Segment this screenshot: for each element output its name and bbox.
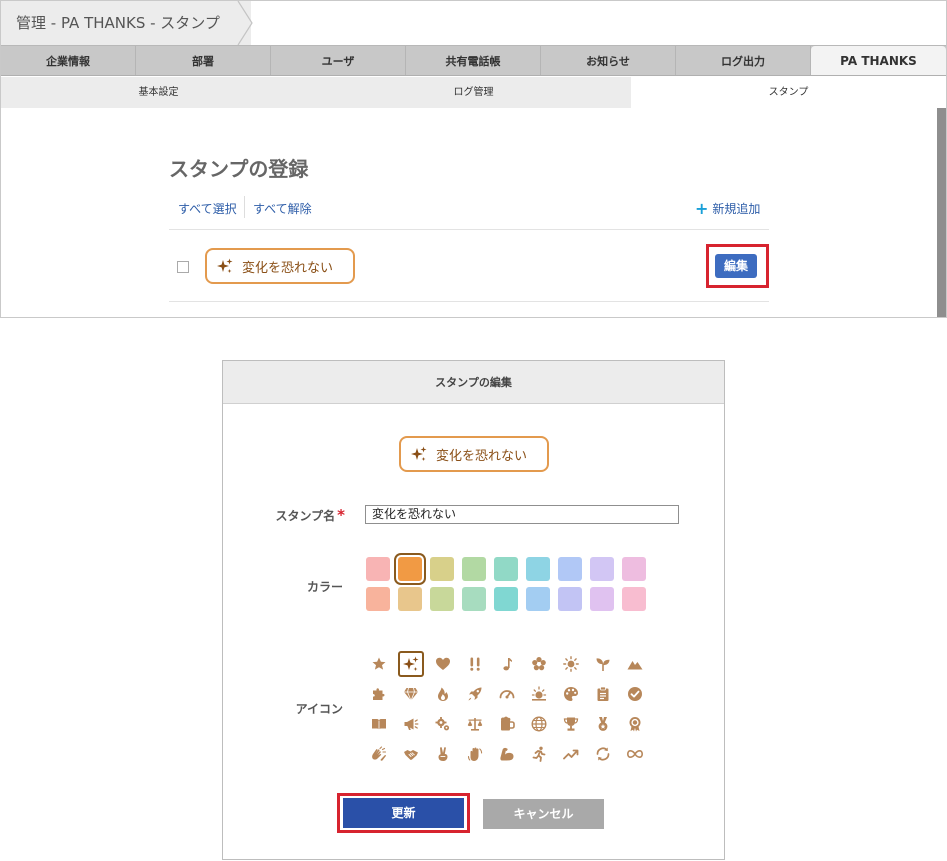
scrollbar[interactable] (937, 108, 946, 317)
waving-hand-icon[interactable] (462, 741, 488, 767)
infinity-icon[interactable] (622, 741, 648, 767)
breadcrumb-text: 管理 - PA THANKS - スタンプ (16, 14, 220, 32)
star-icon[interactable] (366, 651, 392, 677)
check-circle-icon[interactable] (622, 681, 648, 707)
stamp-preview-label: 変化を恐れない (436, 448, 528, 464)
subtab-stamps[interactable]: スタンプ (631, 77, 946, 108)
gauge-icon[interactable] (494, 681, 520, 707)
color-swatch[interactable] (590, 587, 614, 611)
edit-stamp-dialog: スタンプの編集 変化を恐れない スタンプ名 * 変化を恐れない カラー アイコン … (222, 360, 725, 860)
music-note-icon[interactable] (494, 651, 520, 677)
peace-hand-icon[interactable] (430, 741, 456, 767)
book-icon[interactable] (366, 711, 392, 737)
update-button[interactable]: 更新 (343, 798, 464, 828)
color-swatch[interactable] (590, 557, 614, 581)
divider (244, 196, 245, 218)
muscle-arm-icon[interactable] (494, 741, 520, 767)
stamp-name-input[interactable]: 変化を恐れない (365, 505, 679, 524)
breadcrumb: 管理 - PA THANKS - スタンプ (1, 1, 251, 45)
gears-icon[interactable] (430, 711, 456, 737)
heart-icon[interactable] (430, 651, 456, 677)
color-swatch[interactable] (398, 557, 422, 581)
main-tabs: 企業情報 部署 ユーザ 共有電話帳 お知らせ ログ出力 PA THANKS (1, 45, 946, 76)
globe-icon[interactable] (526, 711, 552, 737)
color-swatch[interactable] (494, 557, 518, 581)
sun-icon[interactable] (558, 651, 584, 677)
clapping-hands-icon[interactable] (366, 741, 392, 767)
color-swatch[interactable] (494, 587, 518, 611)
sub-tabs: 基本設定 ログ管理 スタンプ (1, 77, 946, 108)
color-swatch[interactable] (430, 587, 454, 611)
tab-company-info[interactable]: 企業情報 (1, 46, 136, 75)
trophy-icon[interactable] (558, 711, 584, 737)
balance-scale-icon[interactable] (462, 711, 488, 737)
stamp-chip: 変化を恐れない (205, 248, 355, 284)
double-exclamation-icon[interactable] (462, 651, 488, 677)
divider (169, 301, 769, 302)
tab-log-output[interactable]: ログ出力 (676, 46, 811, 75)
stamp-name-label: スタンプ名 * (223, 506, 346, 524)
subtab-basic-settings[interactable]: 基本設定 (1, 77, 316, 108)
color-swatch[interactable] (558, 557, 582, 581)
award-icon[interactable] (622, 711, 648, 737)
sprout-icon[interactable] (590, 651, 616, 677)
color-swatch[interactable] (462, 557, 486, 581)
stamp-chip-label: 変化を恐れない (242, 260, 334, 276)
divider (169, 229, 769, 230)
color-label: カラー (306, 580, 343, 594)
deselect-all-link[interactable]: すべて解除 (253, 200, 312, 217)
new-stamp-button[interactable]: + 新規追加 (695, 199, 760, 218)
running-person-icon[interactable] (526, 741, 552, 767)
icon-label: アイコン (295, 702, 343, 716)
refresh-icon[interactable] (590, 741, 616, 767)
subtab-log-management[interactable]: ログ管理 (316, 77, 631, 108)
puzzle-icon[interactable] (366, 681, 392, 707)
new-stamp-label: 新規追加 (712, 202, 761, 216)
sparkles-icon (411, 446, 427, 461)
palette-icon[interactable] (558, 681, 584, 707)
flower-icon[interactable] (526, 651, 552, 677)
color-swatch[interactable] (366, 557, 390, 581)
handshake-icon[interactable] (398, 741, 424, 767)
stamp-row-checkbox[interactable] (177, 261, 189, 273)
stamp-name-label-text: スタンプ名 (275, 509, 336, 523)
color-swatch[interactable] (462, 587, 486, 611)
sparkles-icon[interactable] (398, 651, 424, 677)
stamp-preview: 変化を恐れない (399, 436, 549, 472)
select-all-link[interactable]: すべて選択 (178, 200, 237, 217)
required-mark: * (337, 506, 345, 524)
trend-up-icon[interactable] (558, 741, 584, 767)
fire-icon[interactable] (430, 681, 456, 707)
tab-notices[interactable]: お知らせ (541, 46, 676, 75)
color-swatch[interactable] (558, 587, 582, 611)
color-swatch[interactable] (622, 587, 646, 611)
color-swatch[interactable] (622, 557, 646, 581)
diamond-icon[interactable] (398, 681, 424, 707)
breadcrumb-chevron-icon (237, 1, 253, 45)
color-swatch[interactable] (430, 557, 454, 581)
plus-icon: + (695, 199, 709, 218)
edit-stamp-button[interactable]: 編集 (715, 254, 757, 278)
mountain-icon[interactable] (622, 651, 648, 677)
color-swatch[interactable] (366, 587, 390, 611)
megaphone-icon[interactable] (398, 711, 424, 737)
medal-icon[interactable] (590, 711, 616, 737)
page-title: スタンプの登録 (169, 157, 309, 181)
color-swatch[interactable] (526, 557, 550, 581)
color-swatch[interactable] (526, 587, 550, 611)
clipboard-icon[interactable] (590, 681, 616, 707)
sunrise-icon[interactable] (526, 681, 552, 707)
dialog-title: スタンプの編集 (223, 361, 724, 404)
color-swatch[interactable] (398, 587, 422, 611)
tab-shared-phonebook[interactable]: 共有電話帳 (406, 46, 541, 75)
tab-pa-thanks[interactable]: PA THANKS (811, 46, 946, 75)
rocket-icon[interactable] (462, 681, 488, 707)
beer-mug-icon[interactable] (494, 711, 520, 737)
cancel-button[interactable]: キャンセル (483, 799, 604, 829)
tab-departments[interactable]: 部署 (136, 46, 271, 75)
stamp-admin-panel: 管理 - PA THANKS - スタンプ 企業情報 部署 ユーザ 共有電話帳 … (0, 0, 947, 318)
sparkles-icon (217, 258, 233, 273)
tab-users[interactable]: ユーザ (271, 46, 406, 75)
